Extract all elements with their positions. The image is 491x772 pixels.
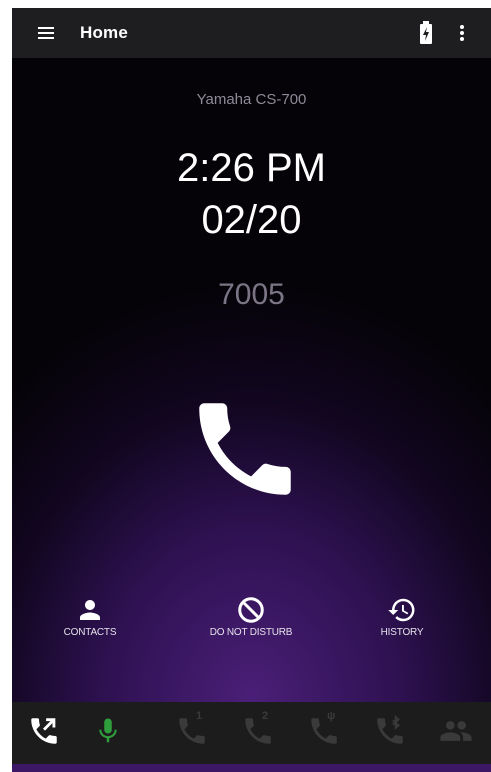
phone-forwarded-icon — [31, 718, 57, 744]
tab-bluetooth-call[interactable] — [370, 714, 410, 754]
page-title: Home — [80, 23, 129, 42]
clock-date: 02/20 — [201, 198, 302, 242]
device-name: Yamaha CS-700 — [196, 91, 307, 108]
bottom-accent-strip — [12, 764, 491, 772]
do-not-disturb-button[interactable]: DO NOT DISTURB — [181, 595, 321, 638]
tab-usb-call[interactable]: ψ — [304, 710, 344, 754]
home-panel: Yamaha CS-700 2:26 PM 02/20 7005 CONTACT… — [12, 58, 491, 702]
history-button[interactable]: HISTORY — [332, 595, 472, 638]
history-label: HISTORY — [380, 627, 424, 638]
battery-charging-icon — [419, 21, 433, 45]
line-2-badge: 2 — [262, 710, 269, 722]
tab-conference[interactable] — [436, 714, 476, 754]
do-not-disturb-label: DO NOT DISTURB — [209, 627, 293, 638]
tab-call-transfer[interactable] — [24, 714, 64, 754]
block-icon — [238, 597, 264, 623]
group-icon — [440, 721, 472, 741]
tab-line-1[interactable]: 1 — [172, 710, 212, 754]
call-button[interactable] — [184, 388, 306, 510]
bottom-toolbar: 1 2 ψ — [12, 702, 491, 764]
contacts-button[interactable]: CONTACTS — [20, 595, 160, 638]
phone-usb-icon — [311, 718, 337, 744]
phone-line-icon — [179, 718, 205, 744]
usb-badge: ψ — [327, 710, 336, 722]
extension-number: 7005 — [218, 278, 285, 311]
tab-line-2[interactable]: 2 — [238, 710, 278, 754]
contacts-label: CONTACTS — [63, 627, 117, 638]
clock-time: 2:26 PM — [177, 146, 326, 190]
phone-screen: Home Yamaha CS-700 2:26 PM 02/20 7005 CO… — [12, 8, 491, 772]
phone-bluetooth-icon — [377, 715, 403, 744]
line-1-badge: 1 — [196, 710, 203, 722]
more-vertical-icon[interactable] — [454, 21, 470, 45]
history-icon — [388, 598, 415, 622]
tab-microphone[interactable] — [88, 714, 128, 754]
microphone-icon — [99, 718, 117, 743]
hamburger-menu-icon[interactable] — [34, 23, 64, 43]
phone-handset-icon — [199, 403, 291, 495]
phone-line-icon — [245, 718, 271, 744]
app-bar: Home — [12, 8, 491, 58]
person-icon — [80, 600, 100, 620]
